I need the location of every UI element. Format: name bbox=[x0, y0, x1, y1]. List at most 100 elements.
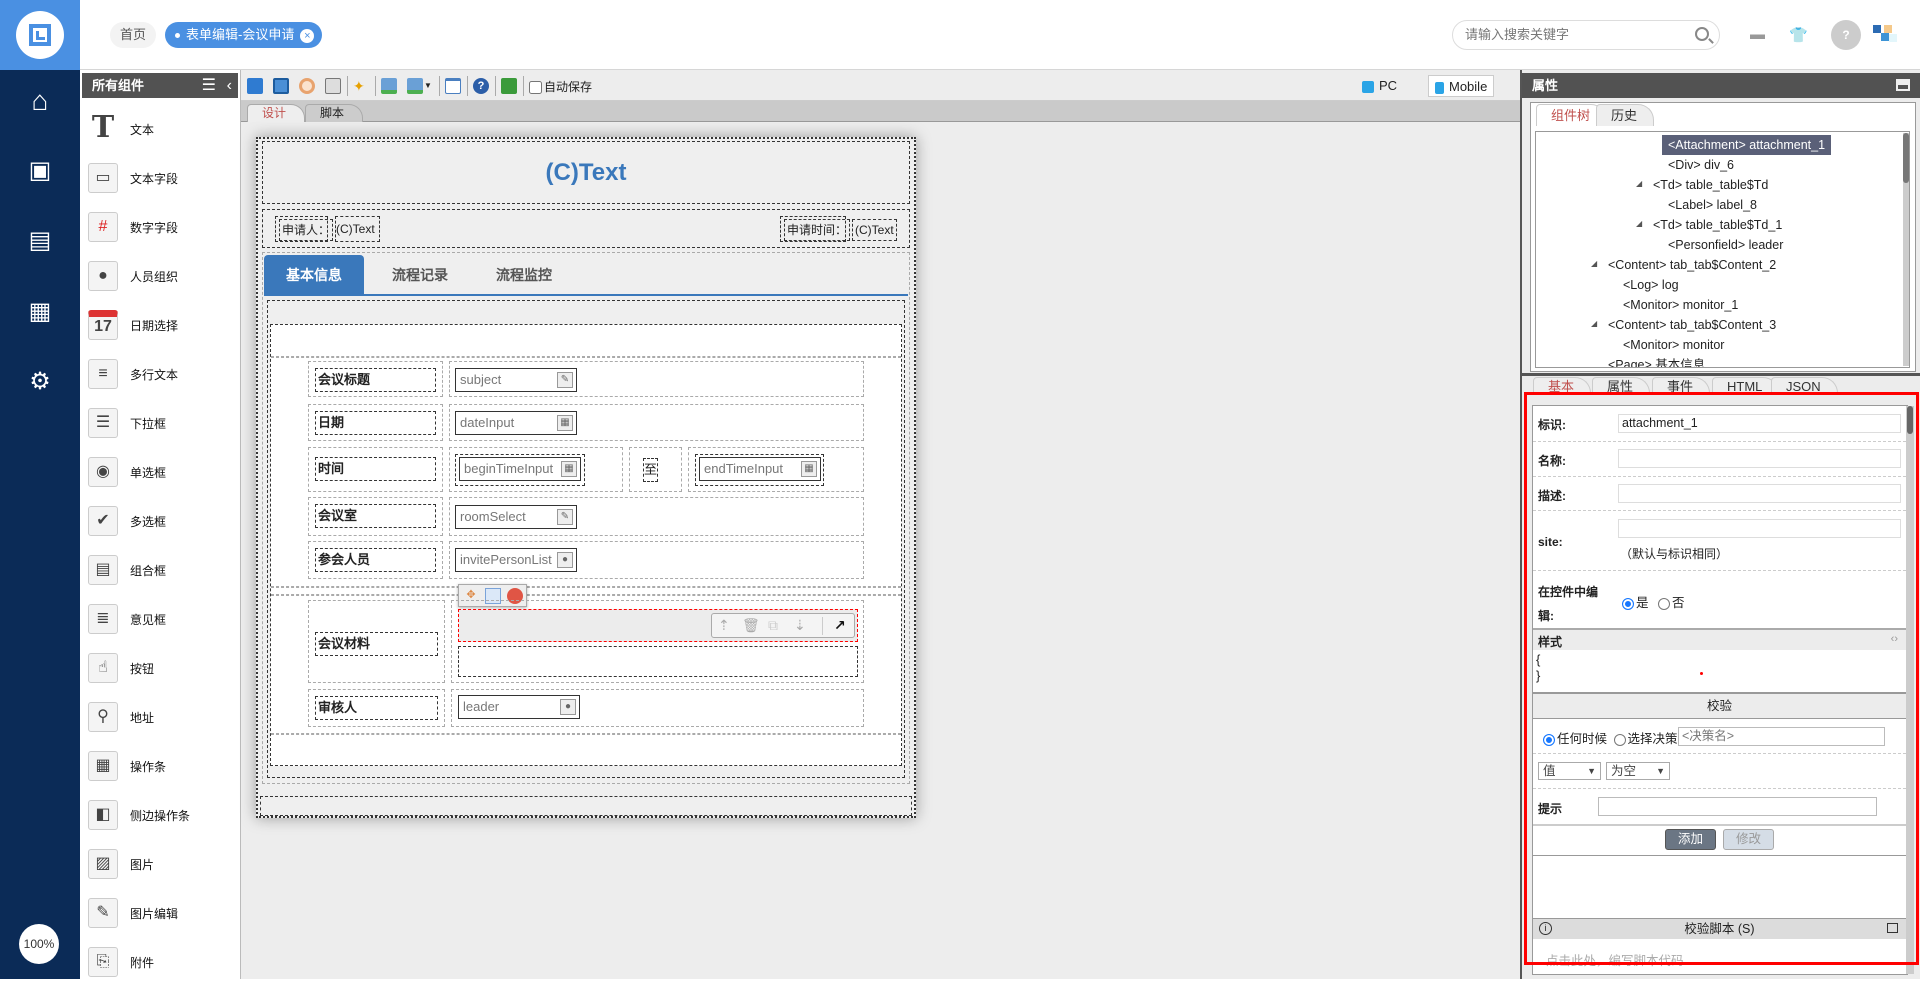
calendar-icon[interactable]: ▦ bbox=[24, 296, 56, 328]
expand-arrow-icon[interactable]: ◢ bbox=[1591, 259, 1597, 268]
wand-icon[interactable]: ✦ bbox=[353, 78, 369, 94]
device-pc-button[interactable]: PC bbox=[1356, 75, 1403, 97]
home-icon[interactable]: ⌂ bbox=[24, 85, 56, 117]
monitor-user-icon[interactable]: ▣ bbox=[24, 155, 56, 187]
tree-node[interactable]: <Log> log bbox=[1617, 275, 1685, 295]
print-icon[interactable] bbox=[325, 78, 341, 94]
begin-time-field[interactable]: beginTimeInput ▦ bbox=[459, 457, 581, 481]
tree-node[interactable]: <Label> label_8 bbox=[1662, 195, 1763, 215]
skin-icon[interactable]: 👕 bbox=[1789, 26, 1808, 44]
applicant-value[interactable]: (C)Text bbox=[334, 219, 377, 239]
export-icon[interactable] bbox=[407, 78, 423, 94]
component-action-bar[interactable]: ▦ 操作条 bbox=[88, 746, 238, 786]
minimize-icon[interactable] bbox=[1896, 79, 1910, 91]
tree-scrollbar[interactable] bbox=[1903, 133, 1909, 366]
avatar[interactable]: ? bbox=[1831, 20, 1861, 50]
tree-node[interactable]: <Content> tab_tab$Content_2 bbox=[1602, 255, 1782, 275]
form-tab-basic[interactable]: 基本信息 bbox=[264, 255, 364, 295]
component-textarea[interactable]: ≡ 多行文本 bbox=[88, 354, 238, 394]
tree-node[interactable]: <Monitor> monitor_1 bbox=[1617, 295, 1744, 315]
component-image[interactable]: ▨ 图片 bbox=[88, 844, 238, 884]
app-logo[interactable] bbox=[0, 0, 80, 70]
replace-icon[interactable]: ⧉ bbox=[768, 614, 778, 637]
tree-node[interactable]: <Monitor> monitor bbox=[1617, 335, 1730, 355]
component-attachment[interactable]: ⎘ 附件 bbox=[88, 942, 238, 982]
component-number-field[interactable]: # 数字字段 bbox=[88, 207, 238, 247]
tree-node[interactable]: <Attachment> attachment_1 bbox=[1662, 135, 1832, 155]
tree-node[interactable]: <Personfield> leader bbox=[1662, 235, 1789, 255]
component-button[interactable]: ☝ 按钮 bbox=[88, 648, 238, 688]
form-list-icon[interactable] bbox=[445, 78, 461, 94]
autosave-check[interactable] bbox=[529, 81, 542, 95]
open-external-icon[interactable]: ↗ bbox=[834, 614, 846, 637]
close-icon[interactable]: × bbox=[300, 28, 315, 43]
end-time-field[interactable]: endTimeInput ▦ bbox=[699, 457, 821, 481]
component-opinion[interactable]: ≣ 意见框 bbox=[88, 599, 238, 639]
save-as-icon[interactable] bbox=[273, 78, 289, 94]
save-icon[interactable] bbox=[247, 78, 263, 94]
tab-script[interactable]: 脚本 bbox=[305, 104, 364, 122]
invite-label[interactable]: 参会人员 bbox=[315, 548, 436, 572]
message-icon[interactable]: ▬ bbox=[1750, 26, 1765, 43]
invite-person-field[interactable]: invitePersonList ● bbox=[455, 548, 577, 572]
preview-icon[interactable] bbox=[299, 78, 315, 94]
component-radio[interactable]: ◉ 单选框 bbox=[88, 452, 238, 492]
tab-history[interactable]: 历史 bbox=[1596, 104, 1655, 126]
download-icon[interactable]: ⇣ bbox=[794, 614, 806, 637]
menu-icon[interactable]: ☰ bbox=[202, 73, 216, 98]
tree-node[interactable]: <Page> 基本信息 bbox=[1602, 355, 1711, 367]
help-icon[interactable]: ? bbox=[473, 78, 489, 94]
form-title[interactable]: (C)Text bbox=[262, 141, 910, 204]
upload-icon[interactable]: ⇡ bbox=[718, 614, 730, 637]
date-field[interactable]: dateInput ▦ bbox=[455, 411, 577, 435]
search-icon[interactable] bbox=[1695, 27, 1709, 41]
zoom-level[interactable]: 100% bbox=[19, 924, 59, 964]
subject-label[interactable]: 会议标题 bbox=[315, 368, 436, 392]
active-page-tab[interactable]: 表单编辑-会议申请 × bbox=[165, 22, 323, 48]
attachment-field[interactable]: ⇡ 🗑 ⧉ ⇣ ↗ bbox=[458, 609, 858, 642]
breadcrumb-home[interactable]: 首页 bbox=[110, 22, 157, 48]
to-label[interactable]: 至 bbox=[643, 458, 658, 482]
component-checkbox[interactable]: ✔ 多选框 bbox=[88, 501, 238, 541]
component-date[interactable]: 17 日期选择 bbox=[88, 305, 238, 345]
component-text-field[interactable]: ▭ 文本字段 bbox=[88, 158, 238, 198]
time-label[interactable]: 时间 bbox=[315, 457, 436, 481]
subject-field[interactable]: subject ✎ bbox=[455, 368, 577, 392]
apply-time-value[interactable]: (C)Text bbox=[852, 219, 897, 241]
component-image-edit[interactable]: ✎ 图片编辑 bbox=[88, 893, 238, 933]
room-label[interactable]: 会议室 bbox=[315, 504, 436, 528]
tab-design[interactable]: 设计 bbox=[247, 104, 306, 122]
expand-arrow-icon[interactable]: ◢ bbox=[1636, 179, 1642, 188]
collapse-icon[interactable]: ‹ bbox=[227, 73, 232, 98]
autosave-checkbox[interactable]: 自动保存 bbox=[529, 78, 592, 95]
component-combo[interactable]: ▤ 组合框 bbox=[88, 550, 238, 590]
applicant-label[interactable]: 申请人： bbox=[279, 219, 334, 241]
tree-node[interactable]: <Div> div_6 bbox=[1662, 155, 1740, 175]
form-icon[interactable]: ▤ bbox=[24, 225, 56, 257]
chevron-down-icon[interactable]: ▼ bbox=[424, 78, 432, 94]
expand-arrow-icon[interactable]: ◢ bbox=[1636, 219, 1642, 228]
trash-icon[interactable]: 🗑 bbox=[742, 614, 760, 637]
component-address[interactable]: ⚲ 地址 bbox=[88, 697, 238, 737]
import-icon[interactable] bbox=[381, 78, 397, 94]
form-tab-monitor[interactable]: 流程监控 bbox=[474, 255, 574, 295]
layers-icon[interactable] bbox=[501, 78, 517, 94]
search-input[interactable]: 请输入搜索关键字 bbox=[1452, 20, 1720, 50]
component-side-action-bar[interactable]: ◧ 侧边操作条 bbox=[88, 795, 238, 835]
user-settings-icon[interactable]: ⚙ bbox=[24, 366, 56, 398]
device-mobile-button[interactable]: Mobile bbox=[1428, 75, 1495, 97]
form-tab-log[interactable]: 流程记录 bbox=[370, 255, 470, 295]
material-label[interactable]: 会议材料 bbox=[315, 632, 438, 656]
apply-time-label[interactable]: 申请时间： bbox=[784, 219, 851, 241]
expand-arrow-icon[interactable]: ◢ bbox=[1591, 319, 1597, 328]
tree-node[interactable]: <Content> tab_tab$Content_3 bbox=[1602, 315, 1782, 335]
date-label[interactable]: 日期 bbox=[315, 411, 436, 435]
component-text[interactable]: T 文本 bbox=[88, 109, 238, 149]
tree-node[interactable]: <Td> table_table$Td bbox=[1647, 175, 1774, 195]
reviewer-label[interactable]: 审核人 bbox=[315, 696, 438, 720]
component-dropdown[interactable]: ☰ 下拉框 bbox=[88, 403, 238, 443]
tree-node[interactable]: <Td> table_table$Td_1 bbox=[1647, 215, 1788, 235]
room-select[interactable]: roomSelect ✎ bbox=[455, 505, 577, 529]
reviewer-field[interactable]: leader ● bbox=[458, 695, 580, 719]
component-person[interactable]: ● 人员组织 bbox=[88, 256, 238, 296]
